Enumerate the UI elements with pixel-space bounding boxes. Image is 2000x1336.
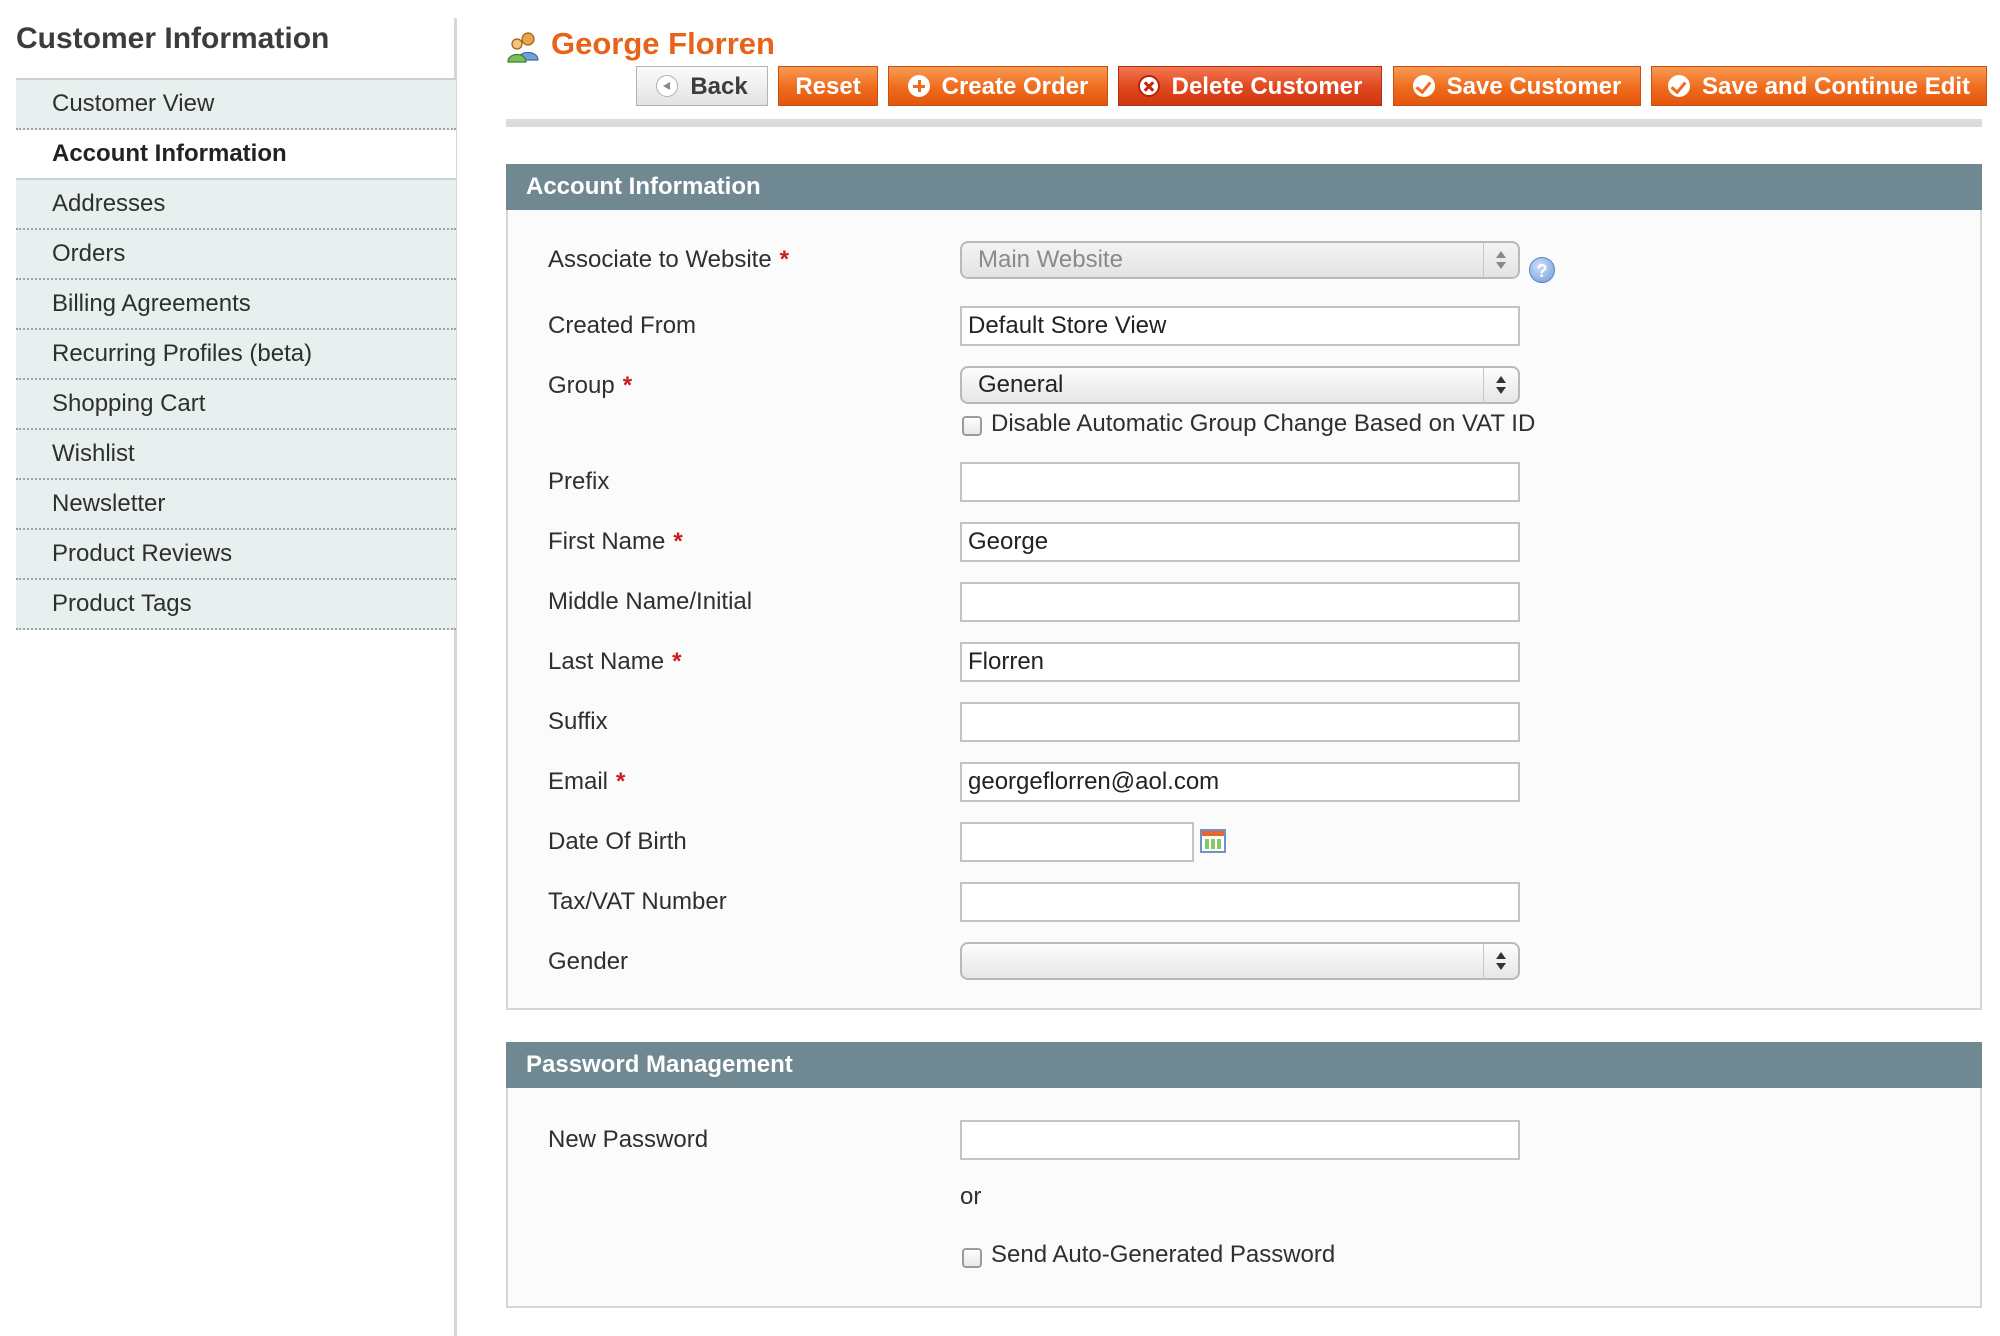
required-mark: * bbox=[622, 372, 633, 399]
tab-product-tags[interactable]: Product Tags bbox=[16, 580, 456, 630]
save-continue-label: Save and Continue Edit bbox=[1701, 73, 1971, 100]
tab-recurring-profiles[interactable]: Recurring Profiles (beta) bbox=[16, 330, 456, 380]
middle-name-field[interactable] bbox=[960, 582, 1520, 622]
suffix-label: Suffix bbox=[548, 708, 608, 735]
tab-billing-agreements[interactable]: Billing Agreements bbox=[16, 280, 456, 330]
website-label: Associate to Website * bbox=[548, 246, 790, 273]
help-icon[interactable]: ? bbox=[1529, 257, 1555, 283]
taxvat-label: Tax/VAT Number bbox=[548, 888, 727, 915]
required-mark: * bbox=[616, 768, 626, 795]
sidebar-title: Customer Information bbox=[16, 22, 330, 55]
created-from-label: Created From bbox=[548, 312, 697, 339]
dob-field[interactable] bbox=[960, 822, 1194, 862]
suffix-field[interactable] bbox=[960, 702, 1520, 742]
select-arrows-icon bbox=[1483, 944, 1518, 978]
save-customer-label: Save Customer bbox=[1446, 73, 1622, 100]
create-order-button[interactable]: Create Order bbox=[888, 66, 1108, 106]
group-value: General bbox=[978, 371, 1064, 398]
required-mark: * bbox=[673, 528, 683, 555]
back-button-label: Back bbox=[690, 73, 748, 100]
back-arrow-icon bbox=[656, 75, 679, 97]
last-name-label: Last Name * bbox=[548, 648, 682, 675]
group-label: Group * bbox=[548, 372, 633, 399]
website-select[interactable]: Main Website bbox=[960, 241, 1520, 279]
tab-product-reviews[interactable]: Product Reviews bbox=[16, 530, 456, 580]
sidebar-tabs: Customer View Account Information Addres… bbox=[16, 78, 456, 630]
tab-newsletter[interactable]: Newsletter bbox=[16, 480, 456, 530]
password-management-header: Password Management bbox=[506, 1042, 1982, 1088]
check-icon bbox=[1667, 75, 1690, 97]
back-button[interactable]: Back bbox=[636, 66, 768, 106]
calendar-icon[interactable] bbox=[1200, 829, 1226, 853]
created-from-field: Default Store View bbox=[960, 306, 1520, 346]
tab-account-information[interactable]: Account Information bbox=[16, 130, 456, 180]
plus-icon bbox=[907, 75, 930, 97]
save-continue-button[interactable]: Save and Continue Edit bbox=[1651, 66, 1987, 106]
delete-customer-button[interactable]: Delete Customer bbox=[1118, 66, 1382, 106]
delete-customer-label: Delete Customer bbox=[1171, 73, 1363, 100]
tab-customer-view[interactable]: Customer View bbox=[16, 78, 456, 130]
delete-icon bbox=[1137, 75, 1160, 97]
page-title: George Florren bbox=[551, 26, 775, 61]
email-field[interactable]: georgeflorren@aol.com bbox=[960, 762, 1520, 802]
send-auto-password-label: Send Auto-Generated Password bbox=[991, 1241, 1336, 1268]
header-divider bbox=[506, 119, 1982, 127]
select-arrows-icon bbox=[1483, 368, 1518, 402]
tab-wishlist[interactable]: Wishlist bbox=[16, 430, 456, 480]
first-name-label: First Name * bbox=[548, 528, 683, 555]
tab-orders[interactable]: Orders bbox=[16, 230, 456, 280]
gender-label: Gender bbox=[548, 948, 629, 975]
customer-icon bbox=[507, 32, 539, 63]
first-name-field[interactable]: George bbox=[960, 522, 1520, 562]
tab-addresses[interactable]: Addresses bbox=[16, 180, 456, 230]
group-select[interactable]: General bbox=[960, 366, 1520, 404]
or-separator: or bbox=[960, 1183, 982, 1210]
tab-shopping-cart[interactable]: Shopping Cart bbox=[16, 380, 456, 430]
send-auto-password-checkbox[interactable] bbox=[962, 1248, 982, 1268]
gender-select[interactable] bbox=[960, 942, 1520, 980]
prefix-field[interactable] bbox=[960, 462, 1520, 502]
create-order-label: Create Order bbox=[941, 73, 1089, 100]
taxvat-field[interactable] bbox=[960, 882, 1520, 922]
account-information-header: Account Information bbox=[506, 164, 1982, 210]
save-customer-button[interactable]: Save Customer bbox=[1393, 66, 1641, 106]
dob-label: Date Of Birth bbox=[548, 828, 687, 855]
middle-name-label: Middle Name/Initial bbox=[548, 588, 753, 615]
required-mark: * bbox=[779, 246, 790, 273]
required-mark: * bbox=[672, 648, 682, 675]
sidebar: Customer Information Customer View Accou… bbox=[0, 0, 458, 1336]
new-password-label: New Password bbox=[548, 1126, 709, 1153]
prefix-label: Prefix bbox=[548, 468, 610, 495]
select-arrows-icon bbox=[1483, 243, 1518, 277]
email-label: Email * bbox=[548, 768, 626, 795]
disable-group-change-label: Disable Automatic Group Change Based on … bbox=[991, 410, 1536, 437]
disable-group-change-checkbox[interactable] bbox=[962, 416, 982, 436]
reset-button[interactable]: Reset bbox=[778, 66, 878, 106]
check-icon bbox=[1412, 75, 1435, 97]
website-value: Main Website bbox=[978, 246, 1123, 273]
new-password-field[interactable] bbox=[960, 1120, 1520, 1160]
last-name-field[interactable]: Florren bbox=[960, 642, 1520, 682]
